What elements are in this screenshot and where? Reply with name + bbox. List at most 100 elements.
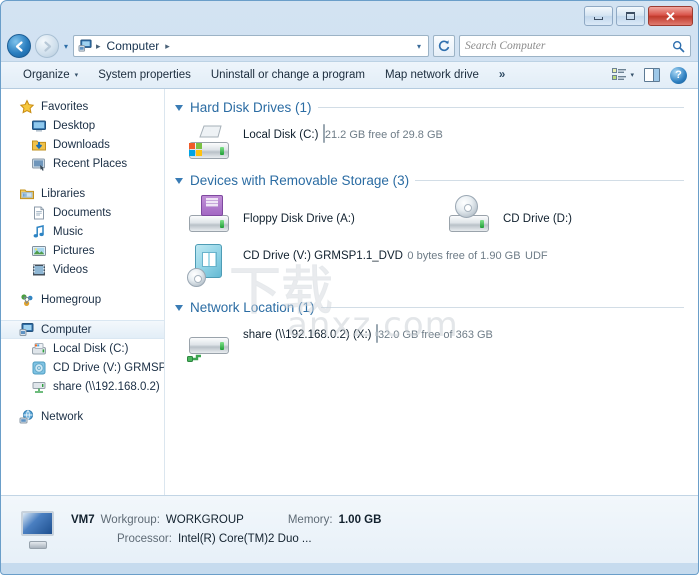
network-drive-icon [187,322,233,362]
drive-name: Floppy Disk Drive (A:) [243,213,355,225]
network-icon [19,409,35,425]
command-toolbar: Organize ▾ System properties Uninstall o… [1,61,698,89]
sidebar-item-network[interactable]: Network [1,407,164,426]
help-button[interactable]: ? [665,65,692,86]
search-input[interactable]: Search Computer [465,40,672,52]
breadcrumb-separator-end[interactable]: ▸ [165,41,170,52]
floppy-disk-drive-icon [187,195,233,235]
refresh-button[interactable] [433,35,455,57]
preview-pane-button[interactable] [639,66,665,84]
drive-name: CD Drive (D:) [503,213,572,225]
details-text: VM7 Workgroup: WORKGROUP Memory: 1.00 GB… [71,511,381,549]
sidebar-item-documents[interactable]: Documents [1,203,164,222]
drive-tile-network-share[interactable]: share (\\192.168.0.2) (X:) 32.0 GB free … [165,320,698,364]
uninstall-program-button[interactable]: Uninstall or change a program [201,66,375,84]
drive-capacity-text: 21.2 GB free of 29.8 GB [324,129,443,141]
system-properties-button[interactable]: System properties [88,66,201,84]
sidebar-item-downloads[interactable]: Downloads [1,135,164,154]
pictures-icon [31,243,47,259]
window-controls: ✕ [584,6,693,26]
group-header-hard-disk-drives[interactable]: Hard Disk Drives (1) [165,97,698,118]
sidebar-label: Downloads [53,138,110,151]
nav-group-computer: Computer Local Disk (C:) CD Drive (V:) G… [1,320,164,396]
search-box[interactable]: Search Computer [459,35,691,57]
address-bar[interactable]: ▸ Computer ▸ ▾ [73,35,429,57]
address-dropdown-icon[interactable]: ▾ [417,42,424,51]
map-network-drive-button[interactable]: Map network drive [375,66,489,84]
sidebar-item-music[interactable]: Music [1,222,164,241]
collapse-triangle-icon[interactable] [175,104,183,111]
star-icon [19,98,35,115]
workgroup-label: Workgroup: [100,513,160,526]
computer-name-group: VM7 Workgroup: WORKGROUP [71,511,244,530]
sidebar-item-homegroup[interactable]: Homegroup [1,290,164,309]
drive-name: CD Drive (V:) GRMSP1.1_DVD [243,250,403,262]
desktop-icon [31,118,47,134]
sidebar-item-libraries[interactable]: Libraries [1,184,164,203]
navigation-pane[interactable]: Favorites Desktop Downloads Recent Place… [1,89,165,495]
network-drive-icon [31,379,47,395]
video-film-icon [31,262,47,278]
history-dropdown-icon[interactable]: ▾ [64,42,68,51]
memory-label: Memory: [287,513,333,526]
recent-places-icon [31,156,47,172]
back-button[interactable] [7,34,31,58]
drive-name: share (\\192.168.0.2) (X:) [243,329,372,341]
sidebar-item-computer[interactable]: Computer [1,320,164,339]
forward-button[interactable] [35,34,59,58]
hard-disk-drive-icon [187,122,233,162]
change-view-button[interactable]: ▾ [607,66,639,84]
help-icon: ? [670,66,687,84]
memory-group: Memory: 1.00 GB [288,511,382,530]
nav-group-libraries: Libraries Documents Music Pictures Video… [1,184,164,279]
address-bar-row: ▾ ▸ Computer ▸ ▾ Search Computer [1,31,698,61]
toolbar-overflow-button[interactable]: » [489,66,515,84]
sidebar-item-recent-places[interactable]: Recent Places [1,154,164,173]
group-header-network-location[interactable]: Network Location (1) [165,297,698,318]
organize-button[interactable]: Organize ▾ [13,66,88,84]
collapse-triangle-icon[interactable] [175,177,183,184]
sidebar-item-desktop[interactable]: Desktop [1,116,164,135]
group-rule [317,107,684,108]
network-plug-icon [187,354,201,362]
drive-tile-cd-d[interactable]: CD Drive (D:) [425,193,572,237]
drive-tile-local-disk-c[interactable]: Local Disk (C:) 21.2 GB free of 29.8 GB [165,120,698,164]
breadcrumb-computer[interactable]: Computer [104,38,163,54]
details-row-top: VM7 Workgroup: WORKGROUP Memory: 1.00 GB [71,511,381,530]
processor-label: Processor: [117,532,172,545]
close-icon: ✕ [665,8,676,24]
sidebar-item-favorites[interactable]: Favorites [1,97,164,116]
explorer-window: ✕ ▾ ▸ Computer ▸ ▾ Search Computer Organ… [0,0,699,575]
drive-capacity-text: 0 bytes free of 1.90 GB [407,250,521,262]
close-button[interactable]: ✕ [648,6,693,26]
group-header-removable-storage[interactable]: Devices with Removable Storage (3) [165,170,698,191]
sidebar-item-share[interactable]: share (\\192.168.0.2) [1,377,164,396]
group-rule [415,180,684,181]
nav-group-homegroup: Homegroup [1,290,164,309]
maximize-button[interactable] [616,6,645,26]
sidebar-label: Homegroup [41,293,102,306]
collapse-triangle-icon[interactable] [175,304,183,311]
sidebar-item-videos[interactable]: Videos [1,260,164,279]
sidebar-label: share (\\192.168.0.2) [53,380,160,393]
drive-capacity-text: 32.0 GB free of 363 GB [377,329,493,341]
music-note-icon [31,224,47,240]
sidebar-item-pictures[interactable]: Pictures [1,241,164,260]
refresh-icon [438,40,450,52]
computer-icon [15,509,61,551]
sidebar-item-cd-drive-v[interactable]: CD Drive (V:) GRMSP [1,358,164,377]
drive-tile-floppy-a[interactable]: Floppy Disk Drive (A:) [165,193,425,237]
sidebar-label: Favorites [41,100,89,113]
drive-tile-cd-v[interactable]: CD Drive (V:) GRMSP1.1_DVD 0 bytes free … [165,241,698,289]
details-row-bottom: Processor: Intel(R) Core(TM)2 Duo ... [71,530,381,549]
group-title: Hard Disk Drives (1) [190,100,312,115]
minimize-button[interactable] [584,6,613,26]
group-title: Devices with Removable Storage (3) [190,173,410,188]
sidebar-label: Pictures [53,244,95,257]
sidebar-label: Documents [53,206,112,219]
file-list-pane[interactable]: Hard Disk Drives (1) Local Disk (C:) 21.… [165,89,698,495]
sidebar-item-local-disk-c[interactable]: Local Disk (C:) [1,339,164,358]
drive-name: Local Disk (C:) [243,129,319,141]
cd-drive-icon [447,195,493,235]
group-rule [320,307,684,308]
